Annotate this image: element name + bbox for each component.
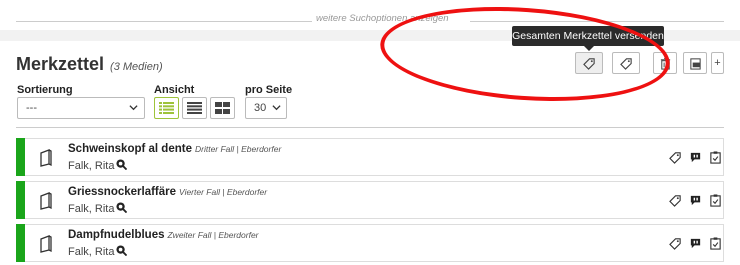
tag-icon bbox=[619, 57, 632, 70]
per-page-select[interactable]: 30 bbox=[245, 97, 287, 119]
per-page-label: pro Seite bbox=[245, 84, 293, 96]
compact-list-icon bbox=[187, 102, 202, 114]
page-title-text: Merkzettel bbox=[16, 54, 105, 74]
list-view-icon bbox=[159, 102, 174, 114]
divider-right bbox=[470, 21, 724, 22]
search-author-icon[interactable] bbox=[116, 202, 128, 213]
view-grid-button[interactable] bbox=[210, 97, 235, 119]
chevron-down-icon bbox=[129, 105, 138, 111]
comment-icon[interactable] bbox=[689, 194, 702, 207]
item-author[interactable]: Falk, Rita bbox=[68, 159, 128, 172]
tag-icon bbox=[582, 57, 595, 70]
comment-icon[interactable] bbox=[689, 151, 702, 164]
item-author-text[interactable]: Falk, Rita bbox=[68, 246, 114, 258]
book-icon bbox=[40, 149, 52, 167]
sort-label: Sortierung bbox=[17, 84, 73, 96]
export-icon bbox=[689, 57, 701, 70]
book-icon bbox=[40, 192, 52, 210]
sort-select-value: --- bbox=[26, 102, 37, 114]
list-divider bbox=[16, 127, 724, 128]
clipboard-check-icon[interactable] bbox=[709, 237, 722, 250]
item-author-text[interactable]: Falk, Rita bbox=[68, 160, 114, 172]
availability-bar bbox=[16, 138, 25, 176]
more-search-options-link[interactable]: weitere Suchoptionen anzeigen bbox=[316, 13, 449, 24]
tag-all-button[interactable] bbox=[612, 52, 640, 74]
delete-list-button[interactable] bbox=[653, 52, 677, 74]
item-title[interactable]: Schweinskopf al dente Dritter Fall | Eber… bbox=[68, 143, 281, 155]
item-series: Zweiter Fall | Eberdorfer bbox=[167, 230, 259, 240]
view-compact-button[interactable] bbox=[182, 97, 207, 119]
item-title-text[interactable]: Griessnockerlaffäre bbox=[68, 186, 176, 198]
availability-bar bbox=[16, 181, 25, 219]
book-icon bbox=[40, 235, 52, 253]
clipboard-check-icon[interactable] bbox=[709, 194, 722, 207]
sort-select[interactable]: --- bbox=[17, 97, 145, 119]
item-author-text[interactable]: Falk, Rita bbox=[68, 203, 114, 215]
list-item[interactable]: Schweinskopf al dente Dritter Fall | Eber… bbox=[16, 138, 724, 176]
item-title[interactable]: Dampfnudelblues Zweiter Fall | Eberdorfer bbox=[68, 229, 259, 241]
media-count: (3 Medien) bbox=[110, 61, 163, 73]
export-button[interactable] bbox=[683, 52, 707, 74]
send-list-button[interactable] bbox=[575, 52, 603, 74]
view-label: Ansicht bbox=[154, 84, 195, 96]
page-title: Merkzettel (3 Medien) bbox=[16, 54, 163, 75]
view-list-button[interactable] bbox=[154, 97, 179, 119]
search-author-icon[interactable] bbox=[116, 159, 128, 170]
chevron-down-icon bbox=[272, 105, 281, 111]
item-title-text[interactable]: Schweinskopf al dente bbox=[68, 143, 192, 155]
more-actions-button[interactable]: + bbox=[711, 52, 724, 74]
item-series: Dritter Fall | Eberdorfer bbox=[194, 144, 282, 154]
tag-icon[interactable] bbox=[669, 151, 682, 164]
list-item[interactable]: Griessnockerlaffäre Vierter Fall | Eberdo… bbox=[16, 181, 724, 219]
list-item[interactable]: Dampfnudelblues Zweiter Fall | Eberdorfer… bbox=[16, 224, 724, 262]
item-title-text[interactable]: Dampfnudelblues bbox=[68, 229, 164, 241]
item-series: Vierter Fall | Eberdorfer bbox=[179, 187, 268, 197]
send-tooltip: Gesamten Merkzettel versenden bbox=[512, 26, 664, 51]
comment-icon[interactable] bbox=[689, 237, 702, 250]
divider-left bbox=[16, 21, 312, 22]
per-page-value: 30 bbox=[254, 102, 267, 114]
grid-view-icon bbox=[215, 102, 230, 114]
tag-icon[interactable] bbox=[669, 194, 682, 207]
item-author[interactable]: Falk, Rita bbox=[68, 202, 128, 215]
item-author[interactable]: Falk, Rita bbox=[68, 245, 128, 258]
clipboard-check-icon[interactable] bbox=[709, 151, 722, 164]
availability-bar bbox=[16, 224, 25, 262]
trash-icon bbox=[660, 57, 670, 70]
tag-icon[interactable] bbox=[669, 237, 682, 250]
search-author-icon[interactable] bbox=[116, 245, 128, 256]
item-title[interactable]: Griessnockerlaffäre Vierter Fall | Eberdo… bbox=[68, 186, 267, 198]
